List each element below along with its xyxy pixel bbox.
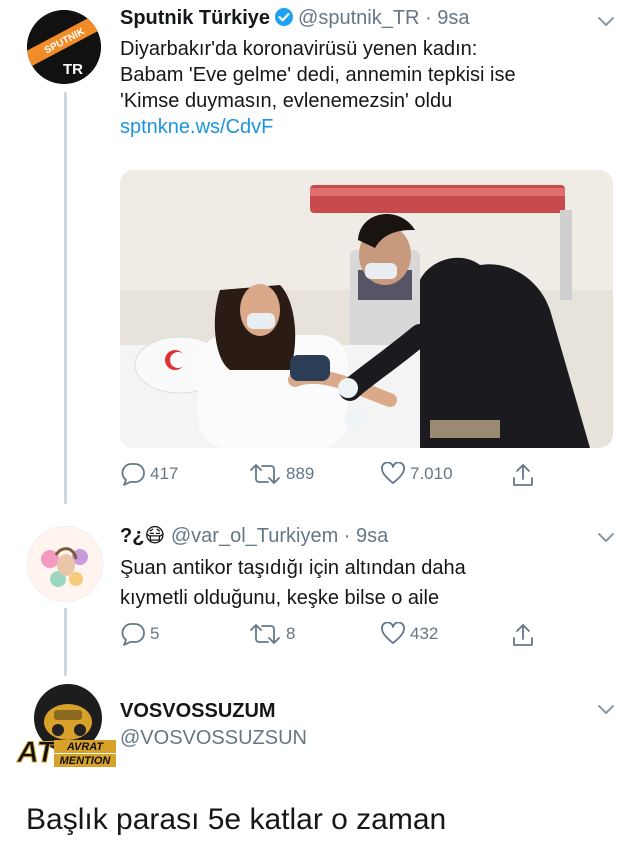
like-count: 7.010	[410, 464, 453, 483]
chevron-down-icon[interactable]	[595, 698, 617, 720]
author-handle[interactable]: @VOSVOSSUZSUN	[120, 725, 307, 752]
retweet-icon	[248, 622, 282, 646]
like-count: 432	[410, 624, 439, 643]
tweet-text-line: Diyarbakır'da koronavirüsü yenen kadın:	[120, 38, 478, 60]
tweet-text-line: 'Kimse duymasın, evlenemezsin' oldu	[120, 90, 453, 112]
verified-badge-icon	[274, 7, 294, 33]
author-name[interactable]: ?¿😷	[120, 525, 165, 547]
share-button[interactable]	[510, 462, 536, 488]
share-button[interactable]	[510, 622, 536, 648]
logo-text-avrat: AVRAT	[66, 741, 105, 753]
author-handle[interactable]: @sputnik_TR	[298, 7, 419, 29]
reply-count: 417	[150, 464, 179, 483]
reply-icon	[120, 622, 146, 646]
avatar[interactable]	[27, 526, 103, 602]
tweet-sputnik[interactable]: SPUTNIK TR Sputnik Türkiye @sputnik_TR · …	[0, 0, 635, 500]
author-name[interactable]: VOSVOSSUZUM	[120, 698, 307, 725]
tweet-time[interactable]: 9sa	[437, 7, 469, 29]
retweet-button[interactable]: 8	[248, 622, 295, 646]
tweet-header: VOSVOSSUZUM @VOSVOSSUZSUN	[120, 698, 307, 752]
retweet-count: 8	[286, 624, 296, 643]
reply-count: 5	[150, 624, 160, 643]
tweet-text-line: kıymetli olduğunu, keşke bilse o aile	[120, 587, 440, 609]
reply-button[interactable]: 5	[120, 622, 159, 646]
logo-text-at: AT	[16, 736, 57, 768]
tweet-link[interactable]: sptnkne.ws/CdvF	[120, 114, 516, 140]
like-icon	[380, 622, 406, 646]
tweet-header: Sputnik Türkiye @sputnik_TR · 9sa	[120, 7, 470, 33]
retweet-count: 889	[286, 464, 315, 483]
reply-icon	[120, 462, 146, 486]
share-icon	[510, 462, 536, 488]
tweet-body-text: Başlık parası 5e katlar o zaman	[26, 803, 447, 836]
tweet-text: Şuan antikor taşıdığı için altından daha…	[120, 553, 466, 613]
reply-button[interactable]: 417	[120, 462, 178, 486]
retweet-icon	[248, 462, 282, 486]
avatar[interactable]: SPUTNIK TR	[27, 10, 101, 84]
tweet-vosvossuzum[interactable]: AT AVRAT MENTION VOSVOSSUZUM @VOSVOSSUZS…	[0, 680, 635, 780]
avatar[interactable]: AT AVRAT MENTION	[14, 682, 120, 770]
chevron-down-icon[interactable]	[595, 526, 617, 548]
tweet-actions: 417 889 7.010	[120, 462, 540, 492]
author-name[interactable]: Sputnik Türkiye	[120, 7, 270, 29]
sputnik-logo: SPUTNIK TR	[27, 10, 101, 84]
tweet-photo[interactable]	[120, 170, 613, 448]
author-handle[interactable]: @var_ol_Turkiyem	[171, 525, 338, 547]
retweet-button[interactable]: 889	[248, 462, 314, 486]
tweet-actions: 5 8 432	[120, 622, 540, 652]
share-icon	[510, 622, 536, 648]
chevron-down-icon[interactable]	[595, 10, 617, 32]
like-button[interactable]: 7.010	[380, 462, 453, 486]
tweet-time[interactable]: 9sa	[356, 525, 388, 547]
logo-text-mention: MENTION	[60, 755, 112, 767]
sputnik-logo-country: TR	[63, 61, 83, 78]
tweet-text-line: Babam 'Eve gelme' dedi, annemin tepkisi …	[120, 64, 516, 86]
tweet-text-line: Şuan antikor taşıdığı için altından daha	[120, 557, 466, 579]
like-icon	[380, 462, 406, 486]
tweet-header: ?¿😷 @var_ol_Turkiyem · 9sa	[120, 525, 389, 547]
like-button[interactable]: 432	[380, 622, 438, 646]
tweet-reply[interactable]: ?¿😷 @var_ol_Turkiyem · 9sa Şuan antikor …	[0, 510, 635, 670]
tweet-text: Diyarbakır'da koronavirüsü yenen kadın: …	[120, 36, 516, 140]
